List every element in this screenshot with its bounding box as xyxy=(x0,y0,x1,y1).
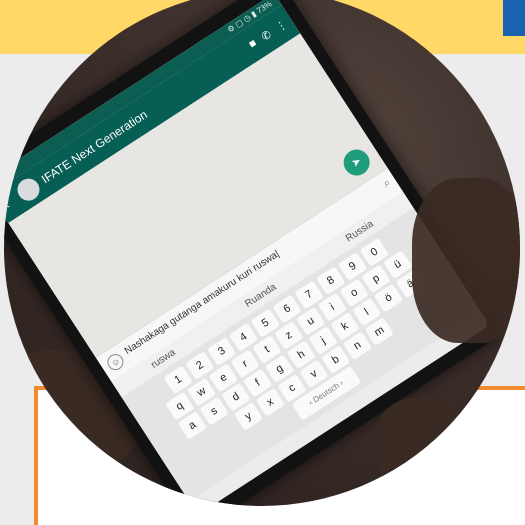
banner-accent xyxy=(503,0,525,36)
video-icon[interactable]: ■ xyxy=(247,37,259,51)
more-icon[interactable]: ⋮ xyxy=(273,17,290,34)
send-icon[interactable]: ➤ xyxy=(338,144,375,181)
emoji-icon[interactable]: ☺ xyxy=(104,351,127,374)
paperclip-icon[interactable]: ⌕ xyxy=(381,177,393,191)
back-icon[interactable]: ‹ xyxy=(4,192,19,212)
photo-circle: ⚙ ▢ ◷ ▮ 73% ‹ IFATE Next Generation ■ ✆ … xyxy=(4,0,520,506)
avatar[interactable] xyxy=(13,174,44,205)
bottom-finger xyxy=(376,398,471,493)
right-thumb xyxy=(412,178,520,343)
phone-icon[interactable]: ✆ xyxy=(259,27,273,43)
